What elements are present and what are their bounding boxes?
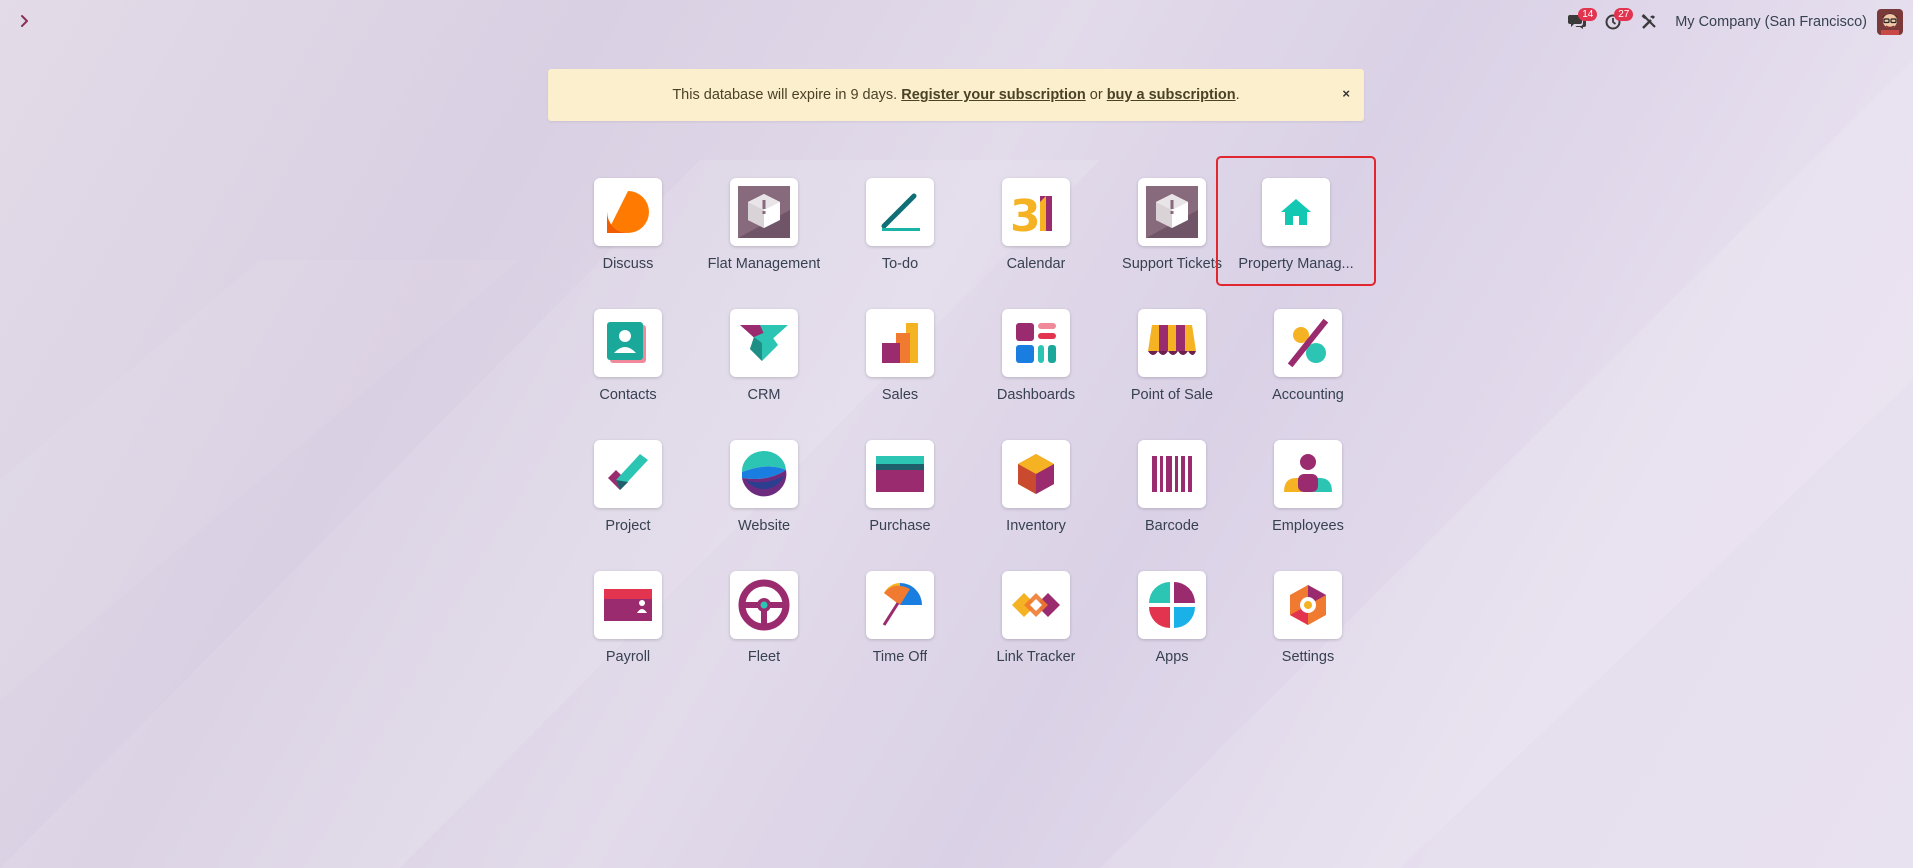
app-label: Inventory — [1006, 518, 1066, 534]
apps-icon — [1138, 571, 1206, 639]
app-inventory[interactable]: Inventory — [968, 430, 1104, 546]
app-todo[interactable]: To-do — [832, 168, 968, 284]
employees-icon — [1274, 440, 1342, 508]
app-property-management[interactable]: Property Manag... — [1216, 156, 1376, 286]
crm-icon — [730, 309, 798, 377]
fleet-icon — [730, 571, 798, 639]
point-of-sale-icon — [1138, 309, 1206, 377]
company-switcher[interactable]: My Company (San Francisco) — [1667, 14, 1877, 30]
app-settings[interactable]: Settings — [1240, 561, 1376, 677]
accounting-icon — [1274, 309, 1342, 377]
sales-icon — [866, 309, 934, 377]
app-discuss[interactable]: Discuss — [560, 168, 696, 284]
app-label: Website — [737, 518, 791, 534]
app-employees[interactable]: Employees — [1240, 430, 1376, 546]
app-project[interactable]: Project — [560, 430, 696, 546]
app-menu-toggle[interactable] — [14, 10, 36, 32]
app-purchase[interactable]: Purchase — [832, 430, 968, 546]
app-label: Property Manag... — [1238, 256, 1354, 272]
link-tracker-icon — [1002, 571, 1070, 639]
flat-management-icon — [730, 178, 798, 246]
messages-menu[interactable]: 14 — [1559, 4, 1598, 40]
expiration-banner: This database will expire in 9 days. Reg… — [548, 69, 1364, 121]
time-off-icon — [866, 571, 934, 639]
register-subscription-link[interactable]: Register your subscription — [901, 87, 1086, 103]
app-payroll[interactable]: Payroll — [560, 561, 696, 677]
app-label: To-do — [881, 256, 919, 272]
contacts-icon — [594, 309, 662, 377]
app-link-tracker[interactable]: Link Tracker — [968, 561, 1104, 677]
svg-text:3: 3 — [1010, 191, 1041, 236]
app-label: Time Off — [872, 649, 928, 665]
calendar-icon: 3 — [1002, 178, 1070, 246]
app-label: Payroll — [605, 649, 651, 665]
app-accounting[interactable]: Accounting — [1240, 299, 1376, 415]
app-label: Support Tickets — [1122, 256, 1222, 272]
app-barcode[interactable]: Barcode — [1104, 430, 1240, 546]
app-label: Link Tracker — [996, 649, 1076, 665]
purchase-icon — [866, 440, 934, 508]
app-label: Employees — [1272, 518, 1344, 534]
app-flat-management[interactable]: Flat Management — [696, 168, 832, 284]
debug-tools-menu[interactable] — [1631, 4, 1667, 40]
settings-icon — [1274, 571, 1342, 639]
app-label: Sales — [881, 387, 919, 403]
project-icon — [594, 440, 662, 508]
chevron-right-icon — [21, 15, 28, 27]
payroll-icon — [594, 571, 662, 639]
app-label: Calendar — [1006, 256, 1066, 272]
todo-icon — [866, 178, 934, 246]
systray: 14 27 My Company (San Francisco) — [1559, 0, 1913, 44]
app-label: Point of Sale — [1130, 387, 1214, 403]
app-website[interactable]: Website — [696, 430, 832, 546]
app-time-off[interactable]: Time Off — [832, 561, 968, 677]
top-navbar: 14 27 My Company (San Francisco) — [0, 0, 1913, 44]
app-label: Fleet — [747, 649, 781, 665]
app-label: Accounting — [1272, 387, 1344, 403]
app-crm[interactable]: CRM — [696, 299, 832, 415]
app-label: Flat Management — [707, 256, 821, 272]
banner-text: This database will expire in 9 days. — [672, 87, 902, 103]
app-label: Barcode — [1144, 518, 1199, 534]
app-label: CRM — [747, 387, 781, 403]
app-label: Discuss — [602, 256, 654, 272]
app-label: Dashboards — [996, 387, 1076, 403]
dashboards-icon — [1002, 309, 1070, 377]
app-contacts[interactable]: Contacts — [560, 299, 696, 415]
buy-subscription-link[interactable]: buy a subscription — [1107, 87, 1236, 103]
support-tickets-icon — [1138, 178, 1206, 246]
app-label: Contacts — [599, 387, 657, 403]
barcode-icon — [1138, 440, 1206, 508]
close-banner-button[interactable]: × — [1342, 86, 1350, 101]
app-label: Project — [605, 518, 651, 534]
app-dashboards[interactable]: Dashboards — [968, 299, 1104, 415]
app-label: Apps — [1155, 649, 1189, 665]
tools-icon — [1641, 14, 1656, 29]
property-management-icon — [1262, 178, 1330, 246]
discuss-icon — [594, 178, 662, 246]
banner-text-or: or — [1085, 87, 1107, 103]
app-label: Settings — [1281, 649, 1335, 665]
app-apps[interactable]: Apps — [1104, 561, 1240, 677]
app-point-of-sale[interactable]: Point of Sale — [1104, 299, 1240, 415]
activities-menu[interactable]: 27 — [1595, 4, 1634, 40]
banner-text-end: . — [1235, 87, 1240, 103]
website-icon — [730, 440, 798, 508]
app-calendar[interactable]: 3 Calendar — [968, 168, 1104, 284]
user-avatar[interactable] — [1877, 9, 1903, 35]
app-label: Purchase — [869, 518, 931, 534]
inventory-icon — [1002, 440, 1070, 508]
app-fleet[interactable]: Fleet — [696, 561, 832, 677]
app-sales[interactable]: Sales — [832, 299, 968, 415]
